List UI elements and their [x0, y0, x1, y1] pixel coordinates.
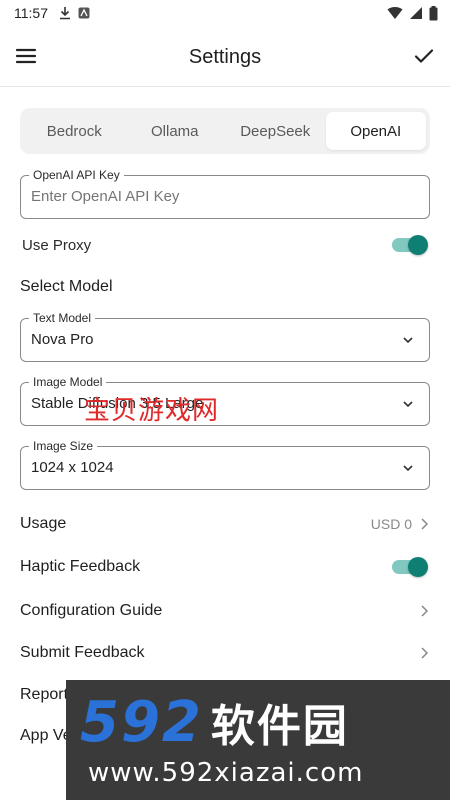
api-key-input[interactable] — [31, 188, 411, 205]
image-size-label: Image Size — [29, 439, 98, 454]
menu-icon[interactable] — [14, 44, 38, 68]
api-key-label: OpenAI API Key — [29, 168, 124, 183]
download-icon — [60, 7, 70, 20]
configuration-guide-row[interactable]: Configuration Guide — [20, 599, 430, 623]
haptic-feedback-toggle[interactable] — [392, 557, 428, 577]
use-proxy-toggle[interactable] — [392, 235, 428, 255]
provider-tabs: Bedrock Ollama DeepSeek OpenAI — [20, 108, 430, 154]
watermark-banner: 592 软件园 www.592xiazai.com — [66, 680, 450, 800]
tab-openai[interactable]: OpenAI — [325, 112, 426, 150]
toggle-knob — [408, 235, 428, 255]
usage-row[interactable]: Usage USD 0 — [20, 512, 430, 536]
battery-icon — [429, 5, 438, 20]
api-key-field: OpenAI API Key — [20, 168, 430, 219]
tab-ollama[interactable]: Ollama — [125, 112, 226, 150]
status-time: 11:57 — [14, 5, 48, 21]
chevron-down-icon — [403, 465, 413, 472]
chevron-down-icon — [403, 337, 413, 344]
cell-signal-icon — [410, 7, 422, 19]
app-bar-divider — [0, 86, 450, 87]
wifi-icon — [387, 7, 403, 20]
image-model-select[interactable]: Image Model Stable Diffusion 3.5 Large — [20, 375, 430, 426]
notification-app-icon — [78, 7, 90, 19]
watermark-banner-name: 软件园 — [210, 701, 349, 752]
haptic-feedback-label: Haptic Feedback — [20, 558, 141, 575]
watermark-banner-title: 592 软件园 — [80, 690, 349, 755]
text-model-select[interactable]: Text Model Nova Pro — [20, 311, 430, 362]
chevron-right-icon — [421, 518, 429, 530]
app-version-label: App Ve — [20, 727, 72, 744]
page-title: Settings — [188, 45, 262, 68]
chevron-right-icon — [421, 605, 429, 617]
watermark-banner-url: www.592xiazai.com — [88, 758, 364, 788]
select-model-title: Select Model — [20, 278, 113, 295]
status-bar: 11:57 — [0, 0, 450, 26]
app-bar: Settings — [0, 30, 450, 84]
configuration-guide-label: Configuration Guide — [20, 602, 163, 619]
chevron-down-icon — [403, 401, 413, 408]
chevron-right-icon — [421, 647, 429, 659]
tab-deepseek[interactable]: DeepSeek — [225, 112, 326, 150]
save-check-icon[interactable] — [412, 44, 436, 68]
submit-feedback-label: Submit Feedback — [20, 644, 145, 661]
watermark-banner-number: 592 — [80, 690, 203, 755]
text-model-value: Nova Pro — [31, 331, 94, 348]
use-proxy-row: Use Proxy — [20, 232, 430, 258]
image-size-value: 1024 x 1024 — [31, 459, 114, 476]
image-size-select[interactable]: Image Size 1024 x 1024 — [20, 439, 430, 490]
usage-value: USD 0 — [370, 516, 412, 532]
watermark-overlay-text: 宝贝游戏网 — [84, 396, 220, 426]
usage-label: Usage — [20, 515, 67, 532]
report-label: Report — [20, 686, 69, 703]
submit-feedback-row[interactable]: Submit Feedback — [20, 641, 430, 665]
toggle-knob — [408, 557, 428, 577]
haptic-feedback-row: Haptic Feedback — [20, 555, 430, 579]
tab-bedrock[interactable]: Bedrock — [24, 112, 125, 150]
text-model-label: Text Model — [29, 311, 96, 326]
use-proxy-label: Use Proxy — [22, 236, 92, 254]
image-model-label: Image Model — [29, 375, 107, 390]
